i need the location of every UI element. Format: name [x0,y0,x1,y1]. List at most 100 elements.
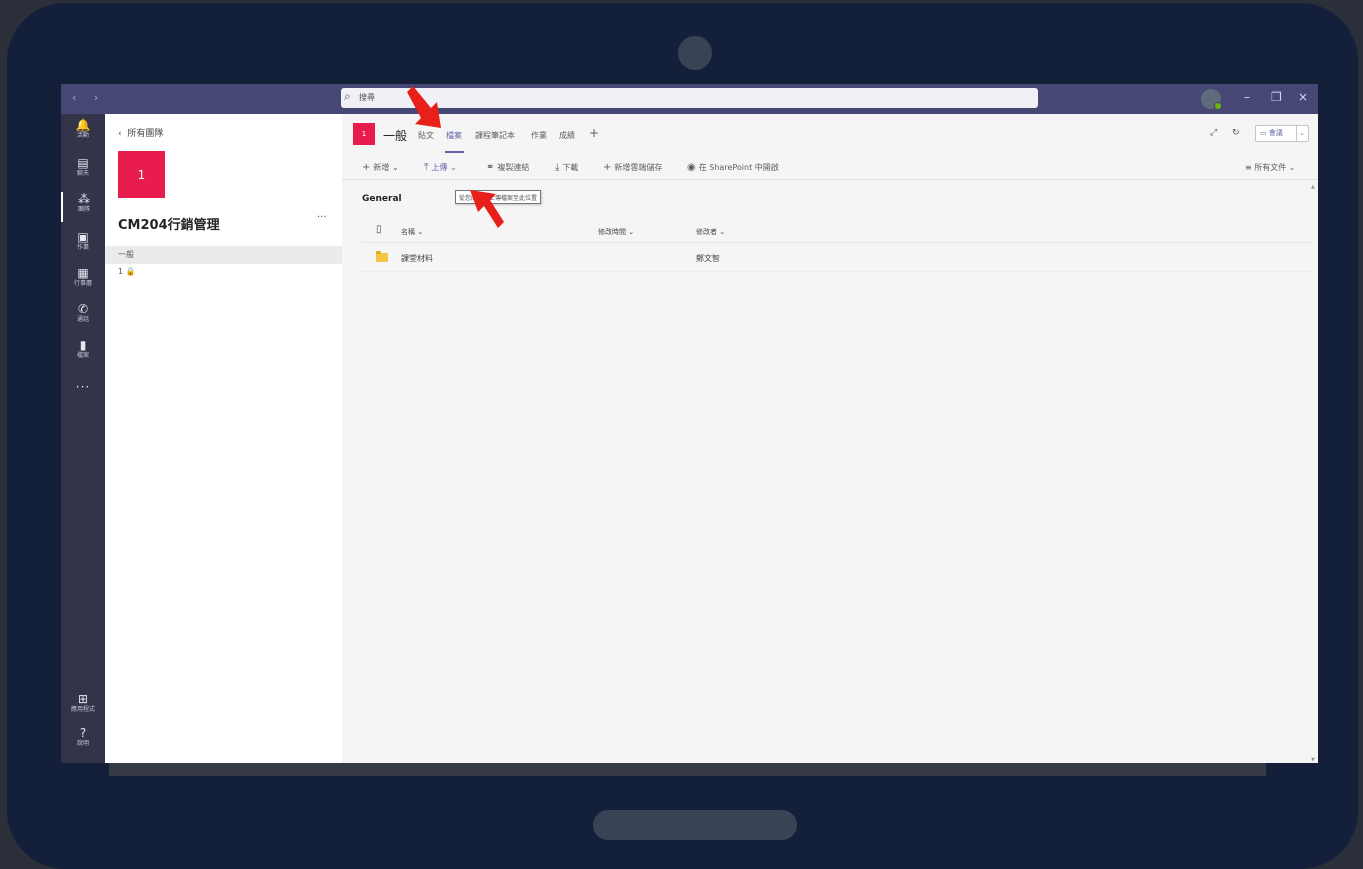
channel-header: 1 一般 貼文 檔案 課程筆記本 作業 成績 + ⤢ ↻ ▭ 會議 ⌄ [342,114,1318,154]
upload-button[interactable]: ⤒ 上傳 ⌄ [424,162,457,173]
meet-label: 會議 [1268,129,1283,137]
column-modified[interactable]: 修改時間 ⌄ [598,227,634,237]
team-panel: ‹ 所有團隊 1 CM204行銷管理 ··· 一般 1 🔒 [105,114,342,763]
more-apps-icon[interactable]: ··· [61,380,105,394]
all-teams-link[interactable]: ‹ 所有團隊 [118,126,163,139]
teams-window: ‹ › ⌕ 搜尋 – ❐ × 🔔 活動 ▤ 聊天 ⁂ 團隊 ▣ 作業 ▦ 行事曆… [61,84,1318,763]
scroll-down-icon[interactable]: ▼ [1311,757,1315,763]
rail-item-files[interactable]: ▮ 檔案 [61,338,105,368]
open-in-sharepoint-button[interactable]: ◉ 在 SharePoint 中開啟 [687,162,779,173]
tab-assignments[interactable]: 作業 [531,130,547,141]
close-button[interactable]: × [1298,90,1308,104]
team-more-icon[interactable]: ··· [317,212,327,223]
column-modified-by[interactable]: 修改者 ⌄ [696,227,725,237]
all-teams-label: 所有團隊 [127,129,164,139]
all-documents-view[interactable]: ≡ 所有文件 ⌄ [1245,162,1296,173]
tab-class-notebook[interactable]: 課程筆記本 [475,130,515,141]
upload-label: 上傳 [431,163,448,172]
rail-item-apps[interactable]: ⊞ 應用程式 [61,692,105,722]
upload-icon: ⤒ [424,162,429,173]
chevron-down-icon: ⌄ [391,163,399,172]
sharepoint-icon: ◉ [687,162,696,173]
channel-general[interactable]: 一般 [105,246,342,264]
file-modified-by: 鄭文智 [696,254,720,263]
restore-button[interactable]: ❐ [1271,90,1282,104]
add-cloud-label: 新增雲端儲存 [614,163,663,172]
open-sharepoint-label: 在 SharePoint 中開啟 [698,163,779,172]
link-icon: ⚭ [486,162,495,173]
folder-icon [376,251,388,262]
all-docs-label: 所有文件 [1254,163,1287,172]
column-name-label: 名稱 [401,228,415,236]
expand-icon[interactable]: ⤢ [1210,128,1217,138]
rail-label: 通話 [76,316,89,323]
column-name[interactable]: 名稱 ⌄ [401,227,423,237]
chevron-down-icon: ⌄ [449,163,457,172]
refresh-icon[interactable]: ↻ [1232,128,1240,138]
scroll-up-icon[interactable]: ▲ [1311,184,1315,190]
rail-label: 作業 [76,244,89,251]
tab-grades[interactable]: 成績 [559,130,575,141]
file-type-icon: ▯ [376,224,382,235]
search-box[interactable]: ⌕ 搜尋 [341,88,1038,108]
annotation-arrow-tab [407,86,441,128]
calendar-icon: ▦ [77,266,89,280]
screen-shadow [109,763,1266,776]
title-bar: ‹ › ⌕ 搜尋 – ❐ × [61,84,1318,114]
rail-item-calls[interactable]: ✆ 通話 [61,302,105,332]
chevron-down-icon[interactable]: ⌄ [1299,126,1305,141]
column-modified-label: 修改時間 [598,228,626,236]
team-tile: 1 [118,151,165,198]
channel-team-tile: 1 [353,123,375,145]
files-icon: ▮ [79,338,87,352]
team-name: CM204行銷管理 [118,218,220,233]
table-row[interactable]: 課堂材料 鄭文智 [362,244,1312,272]
rail-item-help[interactable]: ? 說明 [61,726,105,756]
add-cloud-storage-button[interactable]: + 新增雲端儲存 [603,162,662,173]
search-placeholder: 搜尋 [359,93,375,102]
rail-item-calendar[interactable]: ▦ 行事曆 [61,266,105,296]
plus-icon: + [603,162,612,173]
rail-item-chat[interactable]: ▤ 聊天 [61,156,105,186]
rail-item-assignments[interactable]: ▣ 作業 [61,230,105,260]
rail-item-activity[interactable]: 🔔 活動 [61,118,105,148]
scrollbar[interactable]: ▲ ▼ [1310,184,1318,763]
divider [1296,126,1297,141]
chat-icon: ▤ [77,156,89,170]
chevron-down-icon: ⌄ [417,228,424,236]
rail-label: 應用程式 [70,706,95,713]
breadcrumb[interactable]: General [362,194,402,204]
rail-label: 聊天 [76,170,89,177]
camera-icon: ▭ [1260,129,1267,137]
meet-button[interactable]: ▭ 會議 ⌄ [1255,125,1309,142]
rail-label: 行事曆 [73,280,92,287]
rail-label: 檔案 [76,352,89,359]
camera [678,36,712,70]
bell-icon: 🔔 [75,118,91,132]
home-button [593,810,797,840]
column-modified-by-label: 修改者 [696,228,717,236]
tab-files[interactable]: 檔案 [446,130,462,141]
app-rail: 🔔 活動 ▤ 聊天 ⁂ 團隊 ▣ 作業 ▦ 行事曆 ✆ 通話 ▮ 檔案 ··· … [61,114,105,763]
new-button[interactable]: + 新增 ⌄ [362,162,399,173]
assignments-icon: ▣ [77,230,89,244]
copy-link-button[interactable]: ⚭ 複製連結 [486,162,529,173]
add-tab-button[interactable]: + [589,126,599,140]
new-label: 新增 [373,163,390,172]
channel-private-1[interactable]: 1 🔒 [105,263,342,281]
phone-icon: ✆ [77,302,89,316]
download-button[interactable]: ⤓ 下載 [555,162,578,173]
download-label: 下載 [562,163,579,172]
profile-avatar[interactable] [1201,89,1222,110]
chevron-down-icon: ⌄ [628,228,635,236]
rail-item-teams[interactable]: ⁂ 團隊 [61,192,105,222]
copy-link-label: 複製連結 [497,163,530,172]
presence-status-icon [1214,102,1222,110]
channel-title: 一般 [383,129,408,143]
file-name[interactable]: 課堂材料 [401,253,433,264]
search-icon: ⌕ [344,89,351,103]
minimize-button[interactable]: – [1244,90,1250,104]
history-nav[interactable]: ‹ › [72,91,105,104]
files-toolbar: + 新增 ⌄ ⤒ 上傳 ⌄ ⚭ 複製連結 ⤓ 下載 + 新增雲端儲存 ◉ 在 SharePo… [342,154,1318,180]
rail-label: 團隊 [77,206,90,213]
